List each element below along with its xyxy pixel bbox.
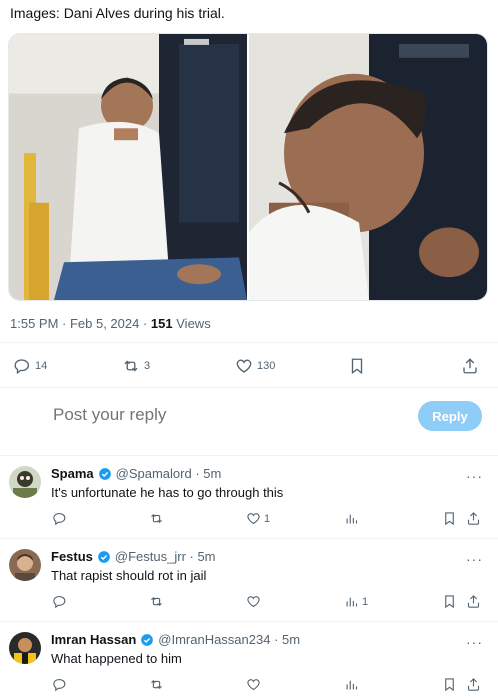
- bookmark-button[interactable]: [442, 594, 457, 609]
- reply-text: What happened to him: [51, 651, 182, 666]
- verified-icon: [98, 550, 110, 563]
- like-icon: [247, 513, 260, 525]
- avatar[interactable]: [9, 632, 41, 664]
- repost-button[interactable]: [149, 677, 164, 692]
- repost-button[interactable]: 3: [122, 357, 150, 375]
- handle[interactable]: @Festus_jrr · 5m: [115, 549, 216, 564]
- photo-left[interactable]: [9, 34, 247, 300]
- repost-button[interactable]: [149, 594, 164, 609]
- like-button[interactable]: [246, 594, 264, 609]
- handle[interactable]: @ImranHassan234 · 5m: [158, 632, 300, 647]
- bookmark-icon: [445, 678, 454, 692]
- reply-composer: Reply: [0, 392, 498, 442]
- verified-icon: [98, 467, 111, 480]
- like-button[interactable]: [246, 677, 264, 692]
- display-name[interactable]: Spama: [51, 466, 94, 481]
- views-icon: [346, 680, 358, 690]
- avatar[interactable]: [9, 549, 41, 581]
- reply-tweet[interactable]: Spama @Spamalord · 5m ··· It's unfortuna…: [0, 456, 498, 538]
- reply-header: Festus @Festus_jrr · 5m: [51, 549, 216, 564]
- repost-button[interactable]: [149, 511, 164, 526]
- trial-photo-closeup: [249, 34, 487, 300]
- views-count: 1: [362, 595, 369, 608]
- reply-actions: 1: [0, 511, 498, 531]
- bookmark-icon: [351, 358, 363, 375]
- repost-icon: [151, 596, 162, 607]
- avatar[interactable]: [9, 466, 41, 498]
- share-icon: [467, 512, 480, 525]
- like-button[interactable]: 130: [235, 357, 275, 375]
- repost-icon: [124, 360, 138, 372]
- like-count: 130: [257, 360, 276, 372]
- bookmark-button[interactable]: [442, 511, 457, 526]
- reply-button[interactable]: [52, 511, 67, 526]
- share-button[interactable]: [461, 357, 479, 375]
- views-button[interactable]: 1: [344, 594, 368, 609]
- like-icon: [236, 359, 252, 373]
- views-button[interactable]: [344, 511, 362, 526]
- reply-text: It's unfortunate he has to go through th…: [51, 485, 284, 500]
- more-icon[interactable]: ···: [466, 551, 483, 567]
- bookmark-button[interactable]: [442, 677, 457, 692]
- reply-button[interactable]: [52, 594, 67, 609]
- reply-button[interactable]: [52, 677, 67, 692]
- post-actions: 14 3 130: [0, 351, 498, 381]
- reply-tweet[interactable]: Festus @Festus_jrr · 5m ··· That rapist …: [0, 539, 498, 621]
- display-name[interactable]: Imran Hassan: [51, 632, 136, 647]
- repost-icon: [151, 513, 162, 524]
- post-caption: Images: Dani Alves during his trial.: [10, 5, 225, 21]
- views-button[interactable]: [344, 677, 362, 692]
- repost-icon: [151, 679, 162, 690]
- like-count: 1: [264, 512, 271, 525]
- post-meta: 1:55 PM · Feb 5, 2024 · 151 Views: [10, 316, 211, 331]
- divider: [0, 387, 498, 388]
- reply-icon: [53, 595, 66, 609]
- bookmark-icon: [445, 595, 454, 609]
- reply-count: 14: [35, 360, 48, 372]
- views-label: Views: [176, 316, 211, 331]
- share-button[interactable]: [466, 511, 481, 526]
- trial-photo-seated: [9, 34, 247, 300]
- share-icon: [467, 595, 480, 608]
- reply-text: That rapist should rot in jail: [51, 568, 207, 583]
- reply-submit-button[interactable]: Reply: [418, 401, 482, 431]
- more-icon[interactable]: ···: [466, 468, 483, 484]
- handle[interactable]: @Spamalord · 5m: [116, 466, 222, 481]
- display-name[interactable]: Festus: [51, 549, 93, 564]
- reply-header: Spama @Spamalord · 5m: [51, 466, 221, 481]
- more-icon[interactable]: ···: [466, 634, 483, 650]
- verified-icon: [141, 633, 154, 646]
- views-count: 151: [150, 316, 173, 331]
- reply-button[interactable]: 14: [13, 357, 47, 375]
- bookmark-button[interactable]: [348, 357, 366, 375]
- post-time[interactable]: 1:55 PM · Feb 5, 2024 ·: [10, 316, 147, 331]
- reply-icon: [53, 512, 66, 526]
- reply-actions: [0, 677, 498, 697]
- share-icon: [463, 358, 477, 374]
- repost-count: 3: [144, 360, 151, 372]
- share-icon: [467, 678, 480, 691]
- reply-icon: [53, 678, 66, 692]
- like-icon: [247, 679, 260, 691]
- reply-header: Imran Hassan @ImranHassan234 · 5m: [51, 632, 300, 647]
- reply-icon: [14, 359, 30, 375]
- photo-right[interactable]: [249, 34, 487, 300]
- like-icon: [247, 596, 260, 608]
- like-button[interactable]: 1: [246, 511, 270, 526]
- divider: [0, 342, 498, 343]
- share-button[interactable]: [466, 594, 481, 609]
- reply-actions: 1: [0, 594, 498, 614]
- media-gallery[interactable]: [8, 33, 488, 301]
- views-icon: [346, 514, 358, 524]
- bookmark-icon: [445, 512, 454, 526]
- reply-tweet[interactable]: Imran Hassan @ImranHassan234 · 5m ··· Wh…: [0, 622, 498, 700]
- views-icon: [346, 597, 358, 607]
- reply-input[interactable]: [53, 405, 353, 425]
- share-button[interactable]: [466, 677, 481, 692]
